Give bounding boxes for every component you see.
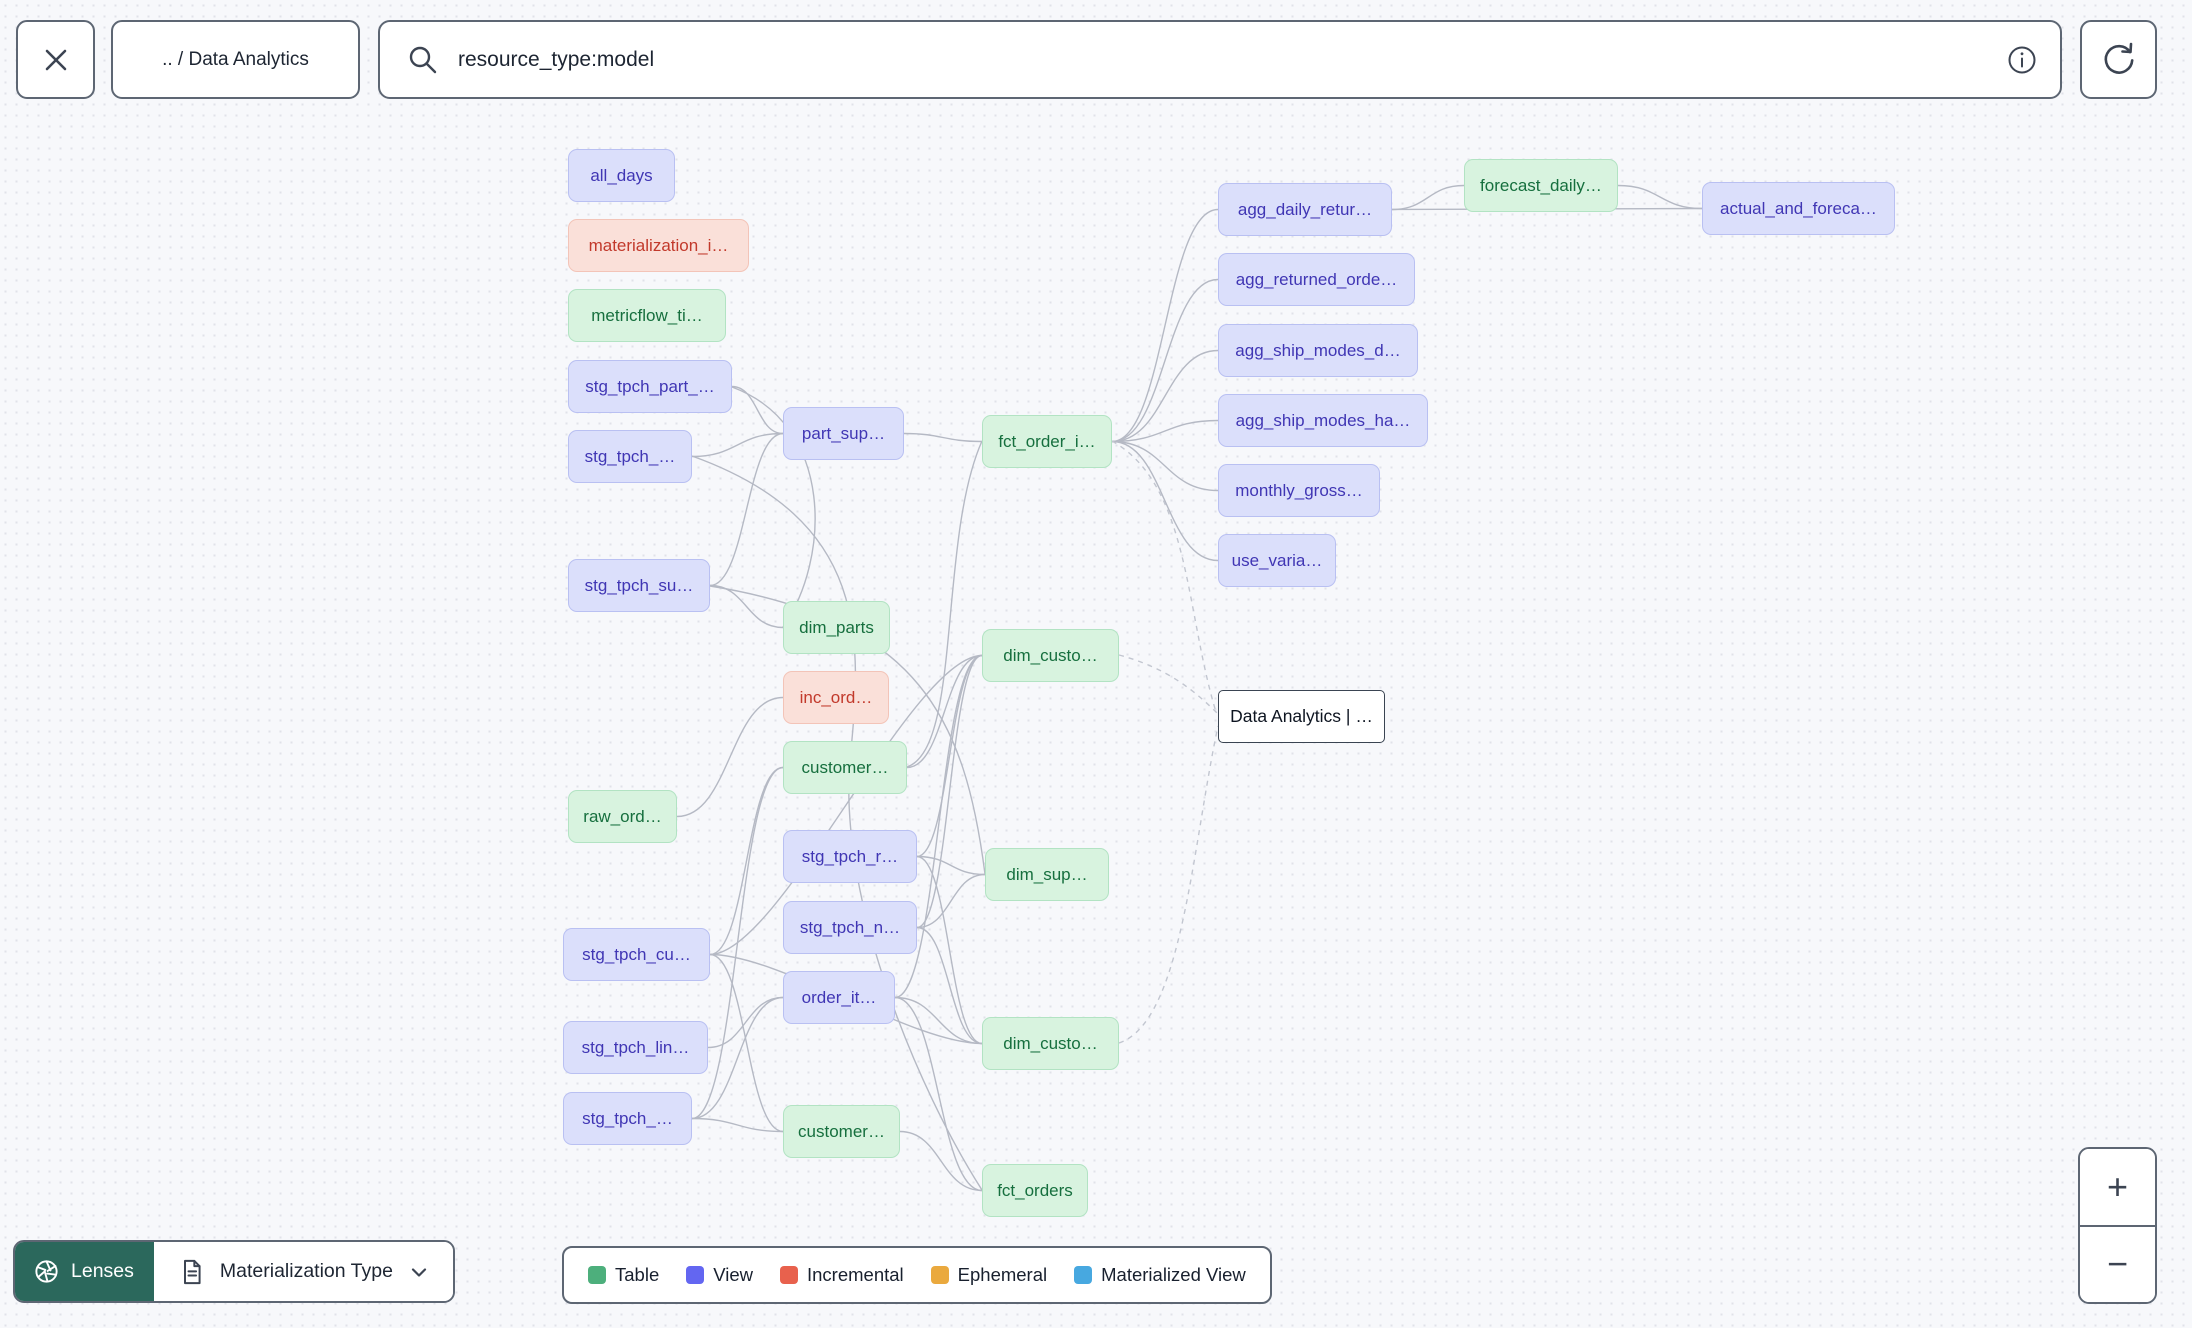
edge-dashed-dim_custo_low-exposure — [1118, 725, 1219, 1044]
zoom-out-button[interactable]: − — [2080, 1226, 2155, 1302]
graph-node-raw_ord[interactable]: raw_ord… — [568, 790, 677, 843]
edge-order_it-fct_orders — [894, 996, 983, 1192]
legend-item-incremental: Incremental — [780, 1264, 904, 1286]
edge-customer_up-fct_order_i — [906, 440, 983, 768]
refresh-icon — [2104, 42, 2133, 74]
legend-label: Table — [615, 1264, 660, 1285]
edge-part_sup-fct_order_i — [903, 432, 983, 443]
search-bar[interactable] — [378, 20, 2062, 99]
graph-node-use_varia[interactable]: use_varia… — [1218, 534, 1336, 587]
search-input[interactable] — [456, 46, 2006, 73]
legend-swatch — [686, 1266, 705, 1284]
legend-label: Ephemeral — [957, 1264, 1048, 1285]
edge-stg_tpch_cu-customer_low — [709, 953, 784, 1133]
graph-node-stg_tpch_n[interactable]: stg_tpch_n… — [783, 901, 917, 954]
legend-item-view: View — [686, 1264, 753, 1286]
legend-swatch — [588, 1266, 606, 1284]
graph-node-monthly_gross[interactable]: monthly_gross… — [1218, 464, 1380, 517]
graph-node-dim_custo_up[interactable]: dim_custo… — [982, 629, 1119, 682]
aperture-icon — [35, 1260, 58, 1283]
graph-node-stg_tpch_r[interactable]: stg_tpch_r… — [783, 830, 917, 883]
legend-item-ephemeral: Ephemeral — [930, 1264, 1048, 1286]
graph-node-agg_ship_ha[interactable]: agg_ship_modes_ha… — [1218, 394, 1428, 447]
graph-node-stg_tpch_lin[interactable]: stg_tpch_lin… — [563, 1021, 708, 1074]
graph-node-metricflow_ti[interactable]: metricflow_ti… — [568, 289, 726, 342]
graph-node-materialization[interactable]: materialization_i… — [568, 219, 749, 272]
close-button[interactable] — [16, 20, 95, 99]
zoom-controls: + − — [2078, 1147, 2157, 1304]
edge-fct_order_i-agg_daily — [1111, 208, 1219, 443]
graph-node-forecast_daily[interactable]: forecast_daily… — [1464, 159, 1618, 212]
legend-label: Materialized View — [1101, 1264, 1246, 1285]
edge-customer_low-fct_orders — [899, 1130, 983, 1192]
graph-node-agg_daily[interactable]: agg_daily_retur… — [1218, 183, 1392, 236]
graph-node-order_it[interactable]: order_it… — [783, 971, 895, 1024]
edge-fct_order_i-use_varia — [1111, 440, 1219, 562]
edge-stg_tpch_r-dim_custo_low — [916, 855, 983, 1045]
legend-swatch — [1074, 1266, 1093, 1284]
graph-node-agg_ship_d[interactable]: agg_ship_modes_d… — [1218, 324, 1418, 377]
edge-fct_order_i-monthly_gross — [1111, 440, 1219, 492]
zoom-in-button[interactable]: + — [2080, 1149, 2155, 1225]
graph-node-inc_ord[interactable]: inc_ord… — [783, 671, 889, 724]
edge-dashed-dim_custo_up-exposure — [1118, 654, 1219, 715]
graph-node-dim_parts[interactable]: dim_parts — [783, 601, 890, 654]
edge-fct_order_i-agg_returned — [1111, 278, 1219, 443]
chevron-down-icon — [411, 1267, 427, 1277]
edge-fct_order_i-agg_ship_d — [1111, 349, 1219, 443]
edge-stg_tpch_cu-customer_up — [709, 766, 784, 956]
edge-raw_ord-inc_ord — [676, 696, 784, 818]
graph-node-agg_returned[interactable]: agg_returned_orde… — [1218, 253, 1415, 306]
edge-forecast_daily-actual_forecast — [1617, 184, 1703, 210]
breadcrumb: .. / Data Analytics — [162, 48, 309, 70]
breadcrumb-button[interactable]: .. / Data Analytics — [111, 20, 360, 99]
graph-node-part_sup[interactable]: part_sup… — [783, 407, 904, 460]
legend-swatch — [930, 1266, 949, 1284]
graph-node-customer_low[interactable]: customer… — [783, 1105, 900, 1158]
lens-selector[interactable]: Materialization Type — [153, 1242, 453, 1301]
edge-stg_tpch_r-dim_sup — [916, 855, 986, 876]
edge-agg_daily-forecast_daily — [1391, 184, 1465, 211]
refresh-button[interactable] — [2080, 20, 2157, 99]
graph-node-fct_order_i[interactable]: fct_order_i… — [982, 415, 1112, 468]
graph-node-dim_custo_low[interactable]: dim_custo… — [982, 1017, 1119, 1070]
legend-label: View — [713, 1264, 753, 1285]
legend-item-table: Table — [588, 1264, 659, 1286]
lenses-label: Lenses — [71, 1260, 134, 1282]
edge-stg_tpch_top-part_sup — [691, 432, 784, 458]
graph-node-stg_tpch_su[interactable]: stg_tpch_su… — [568, 559, 710, 612]
edge-stg_tpch_part-part_sup — [731, 385, 784, 435]
graph-node-stg_tpch_top[interactable]: stg_tpch_… — [568, 430, 692, 483]
edge-stg_tpch_su-part_sup — [709, 432, 784, 587]
document-icon — [183, 1259, 201, 1284]
lens-selected-label: Materialization Type — [219, 1260, 393, 1282]
graph-node-stg_tpch_cu[interactable]: stg_tpch_cu… — [563, 928, 710, 981]
legend-label: Incremental — [807, 1264, 904, 1285]
legend-swatch — [780, 1266, 798, 1284]
edge-stg_tpch_n-dim_custo_low — [916, 926, 983, 1045]
graph-node-dim_sup[interactable]: dim_sup… — [985, 848, 1109, 901]
close-icon — [45, 49, 66, 70]
graph-node-fct_orders[interactable]: fct_orders — [982, 1164, 1088, 1217]
edge-stg_tpch_n-dim_sup — [916, 873, 986, 929]
graph-node-stg_tpch_bot[interactable]: stg_tpch_… — [563, 1092, 692, 1145]
edge-dashed-fct_order_i-exposure — [1111, 440, 1217, 713]
graph-node-exposure[interactable]: Data Analytics | … — [1218, 690, 1385, 743]
graph-node-customer_up[interactable]: customer… — [783, 741, 907, 794]
edge-stg_tpch_r-dim_custo_up — [916, 654, 983, 858]
search-icon — [409, 46, 437, 73]
edge-stg_tpch_su-dim_parts — [709, 584, 784, 629]
legend: Table View Incremental Ephemeral Materialize… — [562, 1246, 1272, 1304]
lenses-button[interactable]: Lenses — [15, 1242, 154, 1301]
info-icon[interactable] — [2006, 44, 2038, 76]
lineage-app: all_days materialization_i… metricflow_ti…… — [0, 0, 2192, 1328]
lenses-control: Lenses Materialization Type — [13, 1240, 455, 1303]
legend-item-materialized-view: Materialized View — [1074, 1264, 1246, 1286]
graph-node-actual_forecast[interactable]: actual_and_foreca… — [1702, 182, 1895, 235]
graph-node-all_days[interactable]: all_days — [568, 149, 675, 202]
graph-node-stg_tpch_part[interactable]: stg_tpch_part_… — [568, 360, 732, 413]
